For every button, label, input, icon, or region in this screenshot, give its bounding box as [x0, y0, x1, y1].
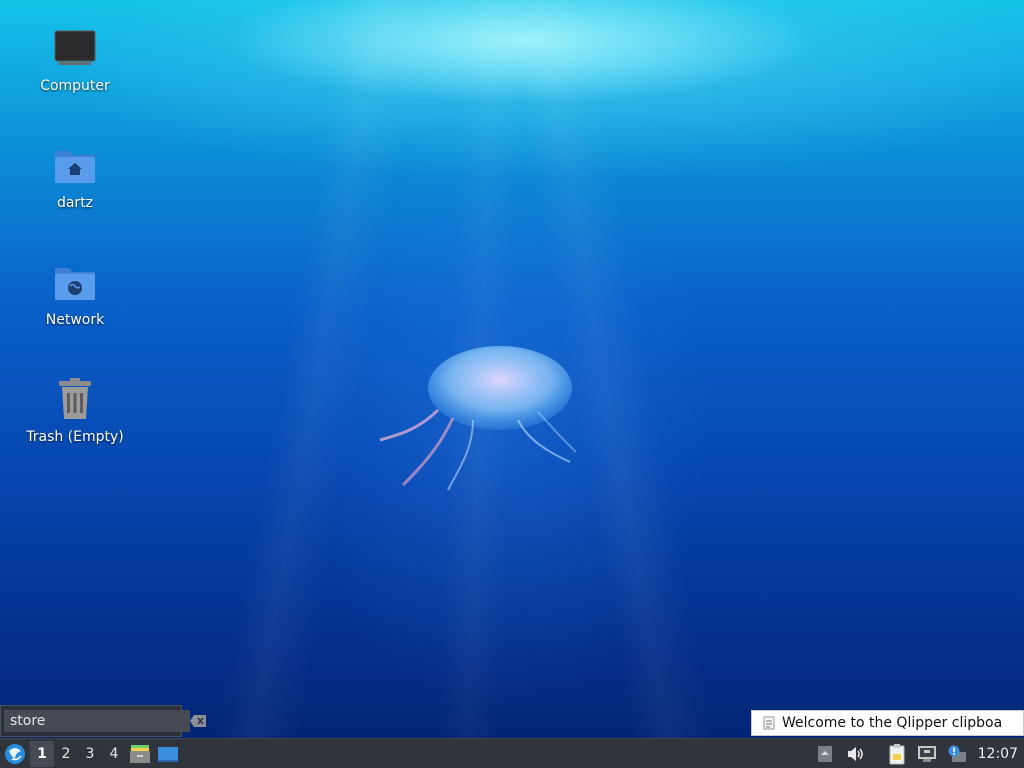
- menu-search-box: [0, 705, 206, 737]
- start-menu-button[interactable]: [0, 739, 30, 768]
- file-cabinet-icon: [130, 745, 150, 763]
- notification-text: Welcome to the Qlipper clipboa: [782, 715, 1003, 731]
- tray-spacer: [870, 739, 882, 768]
- clipboard-note-icon: [758, 712, 780, 734]
- network-wired-icon: [917, 746, 936, 762]
- lxqt-logo-icon: [5, 744, 25, 764]
- chevron-up-icon: [817, 746, 832, 762]
- workspace-4[interactable]: 4: [102, 741, 126, 767]
- clipboard-icon: [889, 744, 905, 765]
- network-tray-button[interactable]: [912, 739, 942, 768]
- volume-button[interactable]: [840, 739, 870, 768]
- system-tray: 12:07: [810, 739, 1024, 768]
- desktop-icon: [158, 747, 178, 762]
- clipboard-notification[interactable]: Welcome to the Qlipper clipboa: [751, 710, 1024, 736]
- clock[interactable]: 12:07: [972, 746, 1024, 762]
- file-manager-launcher[interactable]: [126, 740, 154, 768]
- desktop-icon-trash[interactable]: Trash (Empty): [20, 371, 130, 471]
- taskbar: 1 2 3 4 12:07: [0, 738, 1024, 768]
- desktop-icon-label: Network: [45, 312, 105, 328]
- clipboard-tray-button[interactable]: [882, 739, 912, 768]
- desktop-icon-label: Trash (Empty): [26, 429, 124, 445]
- home-folder-icon: [51, 141, 99, 189]
- tray-expand-button[interactable]: [810, 739, 840, 768]
- desktop-icon-label: dartz: [56, 195, 94, 211]
- workspace-1[interactable]: 1: [30, 741, 54, 767]
- workspace-2[interactable]: 2: [54, 741, 78, 767]
- volume-icon: [847, 747, 863, 761]
- desktop-icon-computer[interactable]: Computer: [20, 20, 130, 120]
- menu-search-input[interactable]: [4, 710, 190, 732]
- computer-icon: [51, 24, 99, 72]
- desktop-icon-network[interactable]: Network: [20, 254, 130, 354]
- update-notifier-button[interactable]: [942, 739, 972, 768]
- workspace-3[interactable]: 3: [78, 741, 102, 767]
- show-desktop-button[interactable]: [154, 740, 182, 768]
- trash-icon: [51, 375, 99, 423]
- network-folder-icon: [51, 258, 99, 306]
- update-info-icon: [948, 745, 966, 762]
- desktop-icon-home-folder[interactable]: dartz: [20, 137, 130, 237]
- jellyfish-image: [379, 346, 577, 491]
- clear-search-icon[interactable]: [190, 711, 206, 731]
- desktop-icon-label: Computer: [40, 78, 110, 94]
